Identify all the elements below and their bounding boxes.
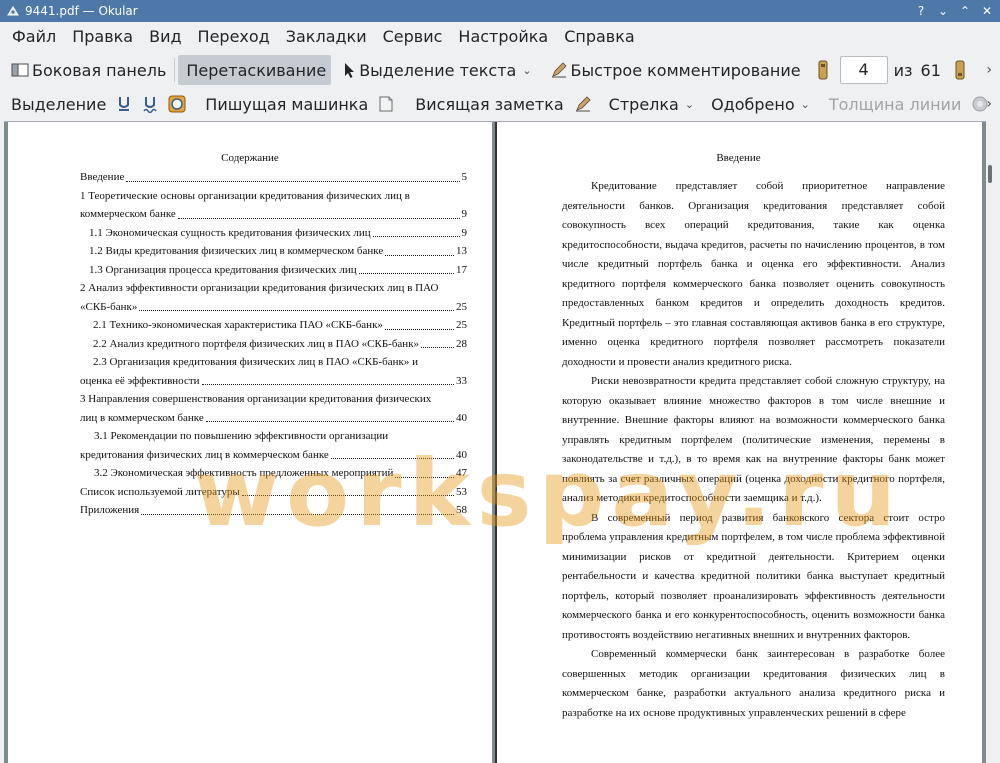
page-left: Содержание Введение 5 1 Теоретические осн…	[8, 122, 492, 763]
squiggly-underline-icon	[143, 97, 157, 113]
paragraph: Современный коммерчески банк заинтересов…	[562, 648, 945, 719]
chevron-down-icon[interactable]: ⌄	[801, 98, 810, 111]
sidebar-icon	[11, 63, 29, 77]
minimize-button[interactable]: ⌄	[934, 2, 952, 20]
drag-mode-button[interactable]: Перетаскивание	[178, 55, 332, 85]
table-of-contents: Введение 5 1 Теоретические основы организ…	[80, 168, 467, 520]
paragraph: Риски невозвратности кредита представляе…	[562, 375, 945, 504]
toc-entry[interactable]: 3.2 Экономическая эффективность предложе…	[80, 464, 467, 483]
toc-entry[interactable]: 2.1 Технико-экономическая характеристика…	[80, 316, 467, 335]
brush-button[interactable]	[569, 89, 597, 119]
line-width-label: Толщина линии	[828, 94, 962, 114]
previous-page-button[interactable]	[812, 55, 834, 85]
page-of-label: из	[893, 60, 913, 80]
arrow-label: Стрелка	[608, 94, 679, 114]
toc-entry[interactable]: Приложения 58	[80, 501, 467, 520]
toc-entry[interactable]: 1.2 Виды кредитования физических лиц в к…	[80, 242, 467, 261]
page-down-icon	[955, 60, 965, 80]
stamp-approved-button[interactable]: Одобрено ⌄	[703, 89, 815, 119]
menu-help[interactable]: Справка	[556, 23, 643, 51]
menu-view[interactable]: Вид	[141, 23, 189, 51]
quick-comment-label: Быстрое комментирование	[570, 60, 801, 80]
drag-mode-label: Перетаскивание	[186, 60, 327, 80]
chevron-down-icon[interactable]: ⌄	[685, 98, 694, 111]
menu-bar: Файл Правка Вид Переход Закладки Сервис …	[0, 22, 1000, 52]
text-select-label: Выделение текста	[359, 60, 517, 80]
menu-edit[interactable]: Правка	[64, 23, 141, 51]
maximize-button[interactable]: ⌃	[956, 2, 974, 20]
menu-bookmarks[interactable]: Закладки	[278, 23, 375, 51]
main-toolbar: Боковая панель Перетаскивание Выделение …	[0, 53, 1000, 87]
toc-entry[interactable]: 3 Направления совершенствования организа…	[80, 390, 467, 427]
window-title: 9441.pdf — Okular	[25, 4, 138, 18]
page-right: Введение Кредитование представляет собой…	[495, 122, 982, 763]
typewriter-button[interactable]: Пишущая машинка	[197, 89, 373, 119]
pinned-note-label: Висящая заметка	[415, 94, 564, 114]
cursor-arrow-icon	[345, 63, 355, 78]
toc-entry[interactable]: 2.2 Анализ кредитного портфеля физически…	[80, 335, 467, 354]
chevron-down-icon[interactable]: ⌄	[522, 64, 531, 77]
toc-entry[interactable]: 2.3 Организация кредитования физических …	[80, 353, 467, 390]
note-icon	[379, 96, 393, 112]
page-number-input[interactable]: 4	[839, 56, 888, 84]
menu-file[interactable]: Файл	[4, 23, 64, 51]
squiggly-button[interactable]	[137, 89, 163, 119]
strikeout-button[interactable]	[163, 89, 191, 119]
line-width-button[interactable]: Толщина линии	[821, 89, 967, 119]
menu-tools[interactable]: Сервис	[375, 23, 451, 51]
intro-title: Введение	[716, 152, 761, 164]
toc-entry[interactable]: 1.1 Экономическая сущность кредитования …	[80, 224, 467, 243]
menu-settings[interactable]: Настройка	[450, 23, 556, 51]
arrow-button[interactable]: Стрелка ⌄	[601, 89, 699, 119]
toolbar-overflow-icon[interactable]: ›	[986, 96, 992, 112]
quick-comment-button[interactable]: Быстрое комментирование	[545, 55, 806, 85]
toc-entry[interactable]: Список используемой литературы 53	[80, 483, 467, 502]
paragraph: Кредитование представляет собой приорите…	[562, 180, 945, 368]
paragraph: В современный период развития банковског…	[562, 511, 945, 641]
approved-label: Одобрено	[711, 94, 795, 114]
toc-entry[interactable]: 1.3 Организация процесса кредитования фи…	[80, 261, 467, 280]
toc-title: Содержание	[221, 152, 279, 164]
okular-app-icon	[7, 6, 19, 16]
scrollbar-thumb[interactable]	[988, 165, 992, 183]
selection-label: Выделение	[11, 94, 107, 114]
toc-entry[interactable]: 3.1 Рекомендации по повышению эффективно…	[80, 427, 467, 464]
sidebar-label: Боковая панель	[32, 60, 167, 80]
typewriter-label: Пишущая машинка	[205, 94, 369, 114]
text-select-button[interactable]: Выделение текста ⌄	[337, 55, 536, 85]
pinned-note-button[interactable]: Висящая заметка	[407, 89, 568, 119]
close-button[interactable]: ✕	[978, 2, 996, 20]
menu-go[interactable]: Переход	[190, 23, 278, 51]
sidebar-button[interactable]: Боковая панель	[6, 55, 171, 85]
help-button[interactable]: ?	[912, 2, 930, 20]
toc-entry[interactable]: 1 Теоретические основы организации креди…	[80, 187, 467, 224]
underline-button[interactable]	[111, 89, 137, 119]
toc-entry[interactable]: 2 Анализ эффективности организации креди…	[80, 279, 467, 316]
toolbar-overflow-icon[interactable]: ›	[986, 62, 992, 78]
vertical-scrollbar[interactable]	[986, 121, 1000, 763]
intro-text: Кредитование представляет собой приорите…	[562, 177, 945, 723]
next-page-button[interactable]	[949, 55, 971, 85]
annotation-toolbar: Выделение Пишущая машинка Висящая заметк…	[0, 87, 1000, 121]
note-icon-button[interactable]	[373, 89, 399, 119]
opacity-button[interactable]	[994, 89, 1000, 119]
document-view[interactable]: Содержание Введение 5 1 Теоретические осн…	[4, 121, 986, 763]
toc-entry[interactable]: Введение 5	[80, 168, 467, 187]
page-up-icon	[818, 60, 828, 80]
title-bar: 9441.pdf — Okular ? ⌄ ⌃ ✕	[0, 0, 1000, 22]
pen-icon	[551, 62, 567, 78]
highlight-selection-button[interactable]: Выделение	[6, 89, 111, 119]
stamp-icon	[168, 95, 186, 113]
page-total-label: 61	[920, 60, 941, 80]
toolbar-separator	[174, 58, 176, 82]
underline-icon	[119, 97, 130, 111]
brush-icon	[575, 96, 591, 112]
